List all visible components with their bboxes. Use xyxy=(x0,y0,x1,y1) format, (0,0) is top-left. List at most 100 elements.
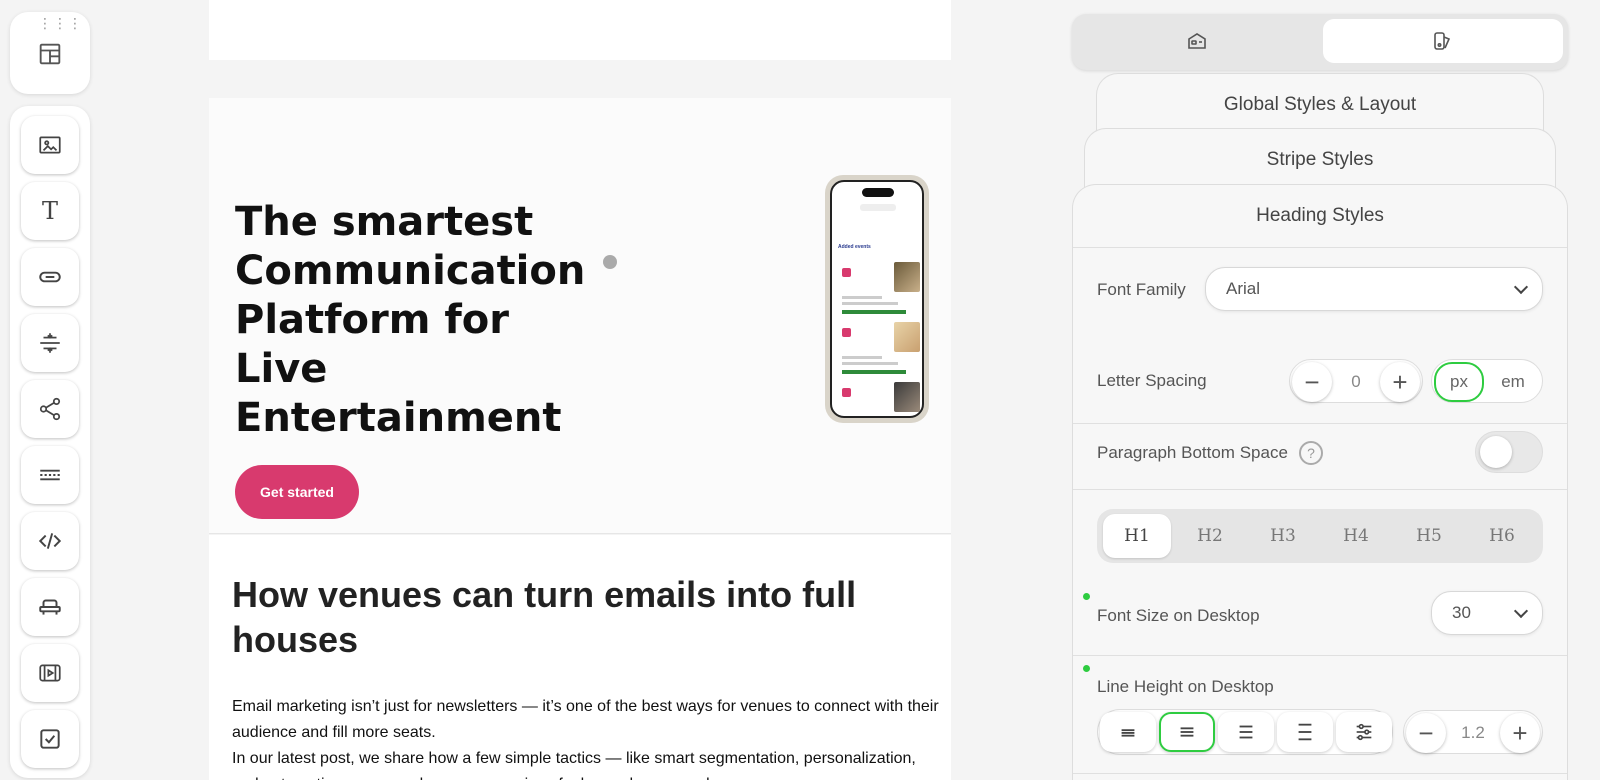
increment-button[interactable]: + xyxy=(1500,713,1540,753)
chevron-down-icon xyxy=(1513,279,1529,295)
stripe-tool-button[interactable] xyxy=(21,446,79,504)
code-icon xyxy=(38,533,62,549)
accordion-title: Stripe Styles xyxy=(1266,149,1374,170)
line-height-tight-button[interactable] xyxy=(1100,712,1156,752)
tab-h6[interactable]: H6 xyxy=(1468,514,1536,558)
chevron-down-icon xyxy=(1513,603,1529,619)
stripe-styles-accordion[interactable]: Stripe Styles xyxy=(1084,128,1556,188)
divider xyxy=(1073,423,1567,424)
article-heading[interactable]: How venues can turn emails into full hou… xyxy=(232,572,872,662)
phone-mockup-image[interactable]: Added events xyxy=(825,175,929,423)
get-started-button[interactable]: Get started xyxy=(235,465,359,519)
divider xyxy=(1073,773,1567,774)
article-paragraph[interactable]: In our latest post, we share how a few s… xyxy=(232,746,942,780)
article-text[interactable]: Email marketing isn’t just for newslette… xyxy=(232,694,942,780)
event-badge xyxy=(842,388,851,397)
tab-styles[interactable] xyxy=(1323,19,1563,63)
content-tools: T xyxy=(10,106,90,778)
article-paragraph[interactable]: Email marketing isn’t just for newslette… xyxy=(232,694,942,746)
decrement-button[interactable]: − xyxy=(1406,713,1446,753)
event-badge xyxy=(842,268,851,277)
line-height-relaxed-icon xyxy=(1239,725,1253,739)
line-height-presets xyxy=(1097,709,1393,755)
font-family-value: Arial xyxy=(1226,279,1261,298)
divider xyxy=(1073,247,1567,248)
event-image xyxy=(894,262,920,292)
event-text-line xyxy=(842,296,882,299)
checkbox-icon xyxy=(40,729,60,749)
modified-indicator xyxy=(1083,593,1090,600)
line-height-relaxed-button[interactable] xyxy=(1218,712,1274,752)
tab-blocks[interactable] xyxy=(1077,19,1317,63)
line-height-normal-icon xyxy=(1180,727,1194,737)
phone-event-card xyxy=(838,262,922,320)
button-tool-button[interactable] xyxy=(21,248,79,306)
increment-button[interactable]: + xyxy=(1380,362,1420,402)
divider-tool-button[interactable] xyxy=(21,314,79,372)
font-family-select[interactable]: Arial xyxy=(1205,267,1543,311)
tab-h4[interactable]: H4 xyxy=(1322,514,1390,558)
line-height-custom-button[interactable] xyxy=(1336,712,1392,752)
text-tool-button[interactable]: T xyxy=(21,182,79,240)
seating-tool-button[interactable] xyxy=(21,578,79,636)
checkbox-tool-button[interactable] xyxy=(21,710,79,768)
letter-spacing-value[interactable]: 0 xyxy=(1334,360,1378,404)
event-text-line xyxy=(842,362,898,365)
unit-em-button[interactable]: em xyxy=(1488,362,1538,402)
global-styles-accordion[interactable]: Global Styles & Layout xyxy=(1096,73,1544,133)
unit-px-button[interactable]: px xyxy=(1434,362,1484,402)
font-size-select[interactable]: 30 xyxy=(1431,591,1543,635)
drag-dot[interactable] xyxy=(603,255,617,269)
phone-screen: Added events xyxy=(830,180,924,418)
phone-header-text: Added events xyxy=(838,244,871,250)
event-badge xyxy=(842,328,851,337)
letter-spacing-stepper: − 0 + xyxy=(1289,359,1423,403)
line-height-loose-button[interactable] xyxy=(1277,712,1333,752)
line-height-label: Line Height on Desktop xyxy=(1097,677,1274,696)
font-family-label: Font Family xyxy=(1097,280,1186,299)
line-height-value[interactable]: 1.2 xyxy=(1448,711,1498,755)
social-tool-button[interactable] xyxy=(21,380,79,438)
letter-spacing-unit-toggle: px em xyxy=(1431,359,1543,403)
paragraph-bottom-space-toggle[interactable] xyxy=(1475,431,1543,473)
line-height-loose-icon xyxy=(1298,723,1312,741)
tab-h2[interactable]: H2 xyxy=(1176,514,1244,558)
heading-styles-title[interactable]: Heading Styles xyxy=(1073,205,1567,227)
panel-tabs xyxy=(1072,14,1568,70)
heading-level-selector: H1 H2 H3 H4 H5 H6 xyxy=(1097,509,1543,563)
divider xyxy=(1073,489,1567,490)
divider-icon xyxy=(40,333,60,353)
phone-event-card xyxy=(838,322,922,380)
line-height-stepper: − 1.2 + xyxy=(1403,710,1543,754)
tab-h1[interactable]: H1 xyxy=(1103,514,1171,558)
grip-icon[interactable]: ⋮⋮⋮ xyxy=(38,16,82,30)
line-height-normal-button[interactable] xyxy=(1159,712,1215,752)
tab-h5[interactable]: H5 xyxy=(1395,514,1463,558)
hero-stripe[interactable]: The smartest Communication Platform for … xyxy=(209,98,951,534)
image-tool-button[interactable] xyxy=(21,116,79,174)
event-status-bar xyxy=(842,310,906,314)
font-size-value: 30 xyxy=(1452,603,1471,622)
event-text-line xyxy=(842,302,898,305)
tab-h3[interactable]: H3 xyxy=(1249,514,1317,558)
paragraph-bottom-space-label: Paragraph Bottom Space xyxy=(1097,443,1288,462)
button-icon xyxy=(39,271,61,283)
event-status-bar xyxy=(842,370,906,374)
code-tool-button[interactable] xyxy=(21,512,79,570)
video-tool-button[interactable] xyxy=(21,644,79,702)
decrement-button[interactable]: − xyxy=(1292,362,1332,402)
phone-url-bar xyxy=(860,204,896,211)
phone-notch xyxy=(862,188,894,197)
heading-styles-panel: Heading Styles Font Family Arial Letter … xyxy=(1072,184,1568,780)
font-size-label: Font Size on Desktop xyxy=(1097,606,1260,625)
email-top-stripe[interactable] xyxy=(209,0,951,60)
event-image xyxy=(894,382,920,412)
seat-icon xyxy=(39,599,61,615)
drag-handle-card[interactable]: ⋮⋮⋮ xyxy=(10,12,90,94)
divider xyxy=(1073,655,1567,656)
help-icon[interactable]: ? xyxy=(1299,441,1323,465)
hero-heading[interactable]: The smartest Communication Platform for … xyxy=(235,198,615,443)
image-icon xyxy=(39,136,61,154)
event-text-line xyxy=(842,356,882,359)
blocks-icon xyxy=(39,43,61,65)
